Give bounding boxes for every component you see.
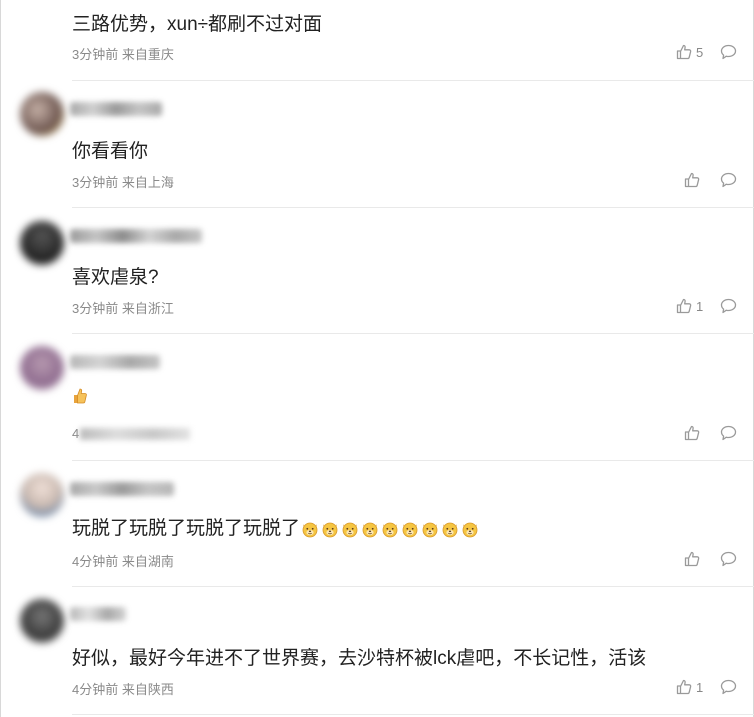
comment-actions: 5 <box>676 42 703 62</box>
comment-meta: 4分钟前 来自陕西 <box>72 682 174 697</box>
comment-meta: 3分钟前 来自重庆 <box>72 47 174 62</box>
like-button[interactable]: 5 <box>676 44 703 60</box>
comment-meta: 4分钟前 来自湖南 <box>72 554 174 569</box>
comment-meta: 3分钟前 来自浙江 <box>72 301 174 316</box>
avatar[interactable] <box>20 599 64 643</box>
comment-item: 4 <box>0 334 754 460</box>
like-count: 5 <box>696 44 704 60</box>
divider <box>72 714 754 715</box>
username-blurred[interactable] <box>70 102 162 116</box>
dog-face-emoji-icon <box>302 522 318 538</box>
comment-actions: 1 <box>676 296 703 316</box>
comment-bubble-icon <box>720 551 737 567</box>
comment-actions <box>676 549 704 569</box>
comment-text: 三路优势，xun÷都刷不过对面 <box>72 14 323 35</box>
comment-text <box>72 387 88 411</box>
thumbs-up-icon <box>676 298 692 314</box>
comment-bubble-icon <box>720 425 737 441</box>
avatar[interactable] <box>20 346 64 390</box>
like-button[interactable] <box>684 425 704 441</box>
reply-button[interactable] <box>720 425 737 441</box>
comment-actions: 1 <box>676 677 703 697</box>
like-button[interactable] <box>684 172 704 188</box>
like-button[interactable]: 1 <box>676 679 703 695</box>
comment-text-value: 玩脱了玩脱了玩脱了玩脱了 <box>72 518 301 539</box>
dog-face-emoji-icon <box>402 522 418 538</box>
dog-face-emoji-icon <box>322 522 338 538</box>
comment-text: 玩脱了玩脱了玩脱了玩脱了 <box>72 513 481 540</box>
thumbs-up-icon <box>676 679 692 695</box>
dog-face-emoji-icon <box>462 522 478 538</box>
dog-face-emoji-icon <box>362 522 378 538</box>
comment-item: 好似，最好今年进不了世界赛，去沙特杯被lck虐吧，不长记性，活该 4分钟前 来自… <box>0 587 754 717</box>
comment-meta: 3分钟前 来自上海 <box>72 175 174 190</box>
comment-item: 你看看你 3分钟前 来自上海 <box>0 81 754 207</box>
thumbs-up-emoji-icon <box>74 388 87 404</box>
emoji-row <box>301 520 481 538</box>
comment-text: 喜欢虐泉? <box>72 267 159 288</box>
comment-item: 玩脱了玩脱了玩脱了玩脱了 4分钟前 来自湖南 <box>0 461 754 587</box>
comment-bubble-icon <box>720 172 737 188</box>
comment-bubble-icon <box>720 679 737 695</box>
reply-button[interactable] <box>720 551 737 567</box>
avatar[interactable] <box>20 92 64 136</box>
like-button[interactable]: 1 <box>676 298 703 314</box>
comment-item: 喜欢虐泉? 3分钟前 来自浙江 1 <box>0 208 754 334</box>
dog-face-emoji-icon <box>442 522 458 538</box>
avatar[interactable] <box>20 221 64 265</box>
username-blurred[interactable] <box>70 355 160 369</box>
avatar[interactable] <box>20 473 64 517</box>
comment-actions <box>676 170 704 190</box>
meta-blurred <box>80 428 190 440</box>
reply-button[interactable] <box>720 172 737 188</box>
thumbs-up-icon <box>684 551 700 567</box>
like-count: 1 <box>696 298 704 314</box>
reply-button[interactable] <box>720 679 737 695</box>
dog-face-emoji-icon <box>342 522 358 538</box>
dog-face-emoji-icon <box>422 522 438 538</box>
comment-actions <box>676 423 704 443</box>
comment-text: 好似，最好今年进不了世界赛，去沙特杯被lck虐吧，不长记性，活该 <box>72 648 647 669</box>
comment-bubble-icon <box>720 298 737 314</box>
dog-face-emoji-icon <box>382 522 398 538</box>
thumbs-up-icon <box>684 172 700 188</box>
comment-meta: 4 <box>72 426 79 441</box>
comment-item: 三路优势，xun÷都刷不过对面 3分钟前 来自重庆 5 <box>0 0 754 80</box>
comment-meta-value: 4 <box>72 426 80 441</box>
thumbs-up-icon <box>684 425 700 441</box>
like-count: 1 <box>696 679 704 695</box>
reply-button[interactable] <box>720 44 737 60</box>
username-blurred[interactable] <box>70 607 126 621</box>
comment-text: 你看看你 <box>72 141 149 162</box>
reply-button[interactable] <box>720 298 737 314</box>
thumbs-up-icon <box>676 44 692 60</box>
username-blurred[interactable] <box>70 229 202 243</box>
username-blurred[interactable] <box>70 482 174 496</box>
comment-bubble-icon <box>720 44 737 60</box>
like-button[interactable] <box>684 551 704 567</box>
